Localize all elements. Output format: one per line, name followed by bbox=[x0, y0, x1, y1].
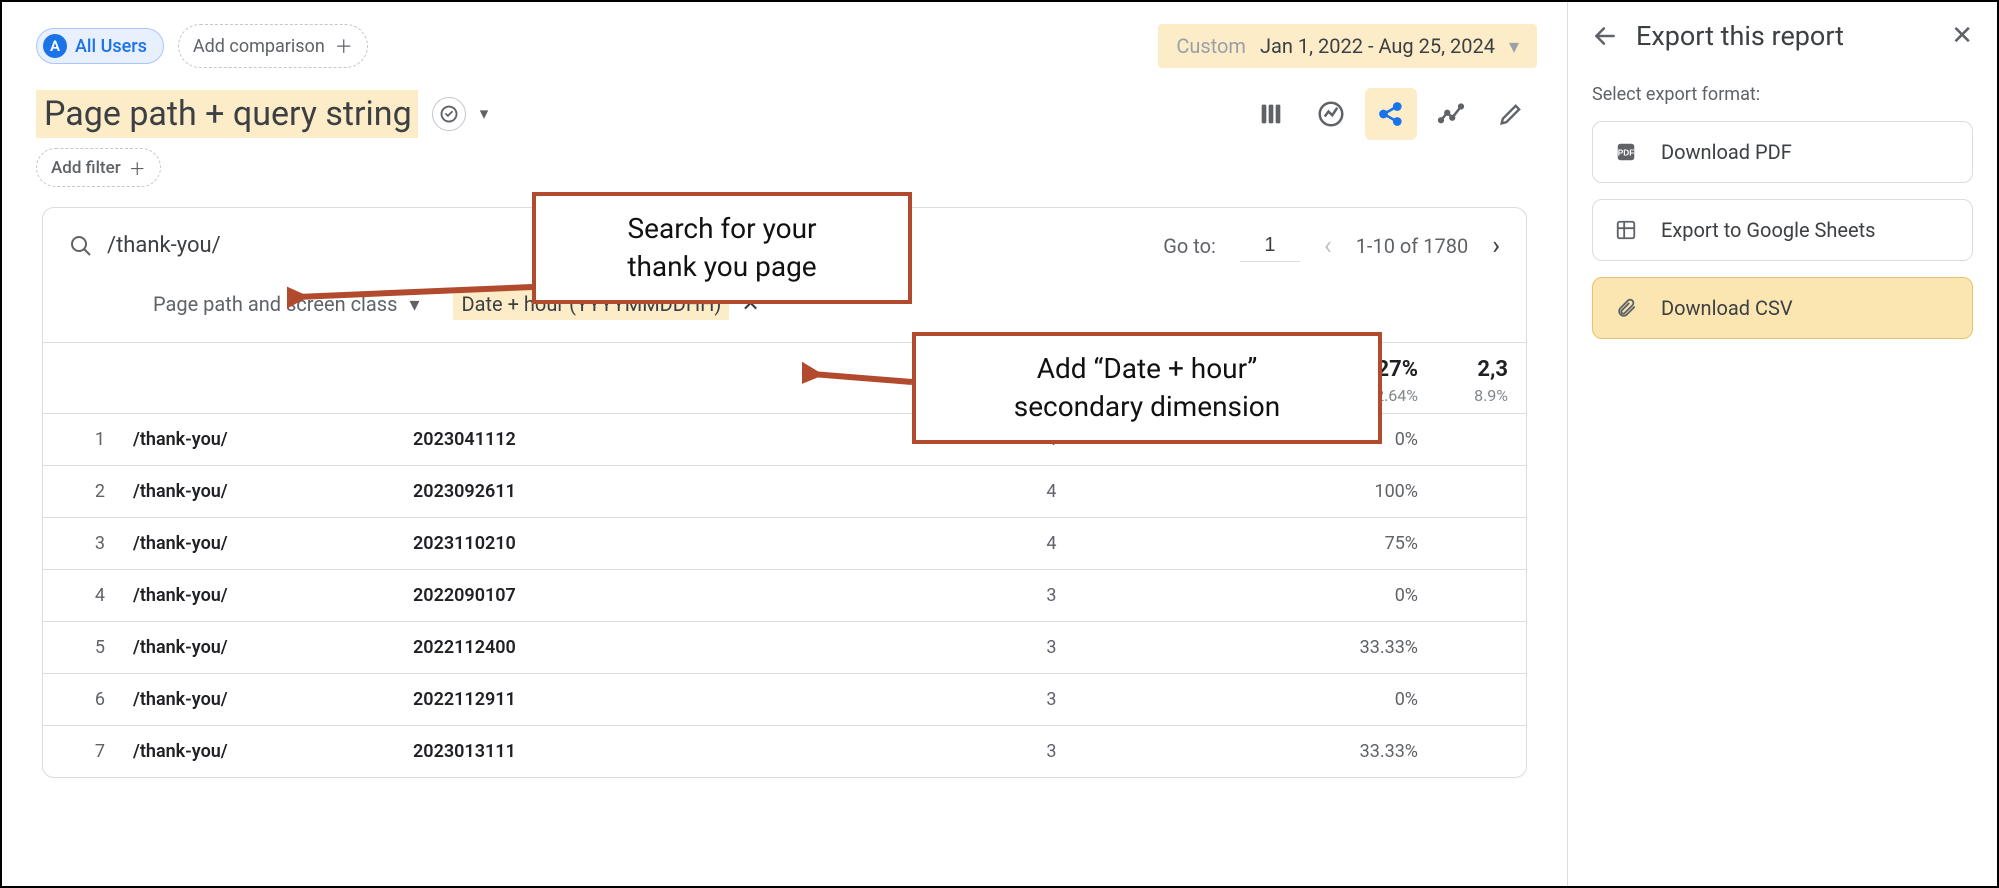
customize-columns-icon[interactable] bbox=[1245, 88, 1297, 140]
page-range: 1-10 of 1780 bbox=[1356, 234, 1469, 258]
row-index: 3 bbox=[43, 533, 133, 554]
primary-dimension-dropdown[interactable]: Page path and screen class ▾ bbox=[153, 292, 419, 316]
row-metric-1: 4 bbox=[713, 533, 1075, 554]
export-option-csv[interactable]: Download CSV bbox=[1592, 277, 1973, 339]
add-filter-label: Add filter bbox=[51, 158, 121, 178]
add-filter-button[interactable]: Add filter ＋ bbox=[36, 148, 161, 187]
row-metric-1: 3 bbox=[713, 689, 1075, 710]
table-body: 1/thank-you/2023041112 4 0% 2/thank-you/202… bbox=[43, 413, 1526, 777]
table-row[interactable]: 5/thank-you/2022112400333.33% bbox=[43, 621, 1526, 673]
row-metric-2: 75% bbox=[1075, 533, 1437, 554]
search-value: /thank-you/ bbox=[107, 233, 221, 258]
table-row[interactable]: 2/thank-you/20230926114100% bbox=[43, 465, 1526, 517]
goto-label: Go to: bbox=[1163, 234, 1216, 258]
row-path: /thank-you/ bbox=[133, 689, 413, 710]
annotation-search: Search for your thank you page bbox=[532, 192, 912, 304]
total-cell: 2,3 8.9% bbox=[1436, 353, 1526, 405]
row-index: 7 bbox=[43, 741, 133, 762]
trend-icon[interactable] bbox=[1425, 88, 1477, 140]
attachment-icon bbox=[1615, 297, 1641, 319]
annotation-text: Add “Date + hour” secondary dimension bbox=[1014, 352, 1281, 423]
row-metric-1: 3 bbox=[713, 741, 1075, 762]
pdf-icon: PDF bbox=[1615, 141, 1641, 163]
report-toolbar bbox=[1245, 88, 1537, 140]
title-row: Page path + query string ▾ bbox=[2, 76, 1567, 140]
row-path: /thank-you/ bbox=[133, 429, 413, 450]
date-range-value: Jan 1, 2022 - Aug 25, 2024 bbox=[1260, 34, 1495, 58]
export-option-label: Download PDF bbox=[1661, 140, 1792, 164]
row-metric-2: 33.33% bbox=[1075, 741, 1437, 762]
plus-icon: ＋ bbox=[129, 155, 146, 180]
date-range-type: Custom bbox=[1176, 34, 1246, 58]
table-row[interactable]: 3/thank-you/2023110210475% bbox=[43, 517, 1526, 569]
chevron-down-icon[interactable]: ▾ bbox=[480, 104, 489, 124]
row-metric-2: 0% bbox=[1075, 585, 1437, 606]
row-metric-2: 100% bbox=[1075, 481, 1437, 502]
annotation-dimension: Add “Date + hour” secondary dimension bbox=[912, 332, 1382, 444]
date-range-picker[interactable]: Custom Jan 1, 2022 - Aug 25, 2024 ▾ bbox=[1158, 24, 1537, 68]
row-date: 2022112911 bbox=[413, 689, 713, 710]
page-next-icon[interactable]: › bbox=[1492, 231, 1500, 261]
row-date: 2023092611 bbox=[413, 481, 713, 502]
row-date: 2023041112 bbox=[413, 429, 713, 450]
insights-icon[interactable] bbox=[1305, 88, 1357, 140]
row-metric-1: 4 bbox=[713, 481, 1075, 502]
export-option-sheets[interactable]: Export to Google Sheets bbox=[1592, 199, 1973, 261]
row-metric-2: 0% bbox=[1075, 689, 1437, 710]
chevron-down-icon: ▾ bbox=[1509, 34, 1519, 58]
edit-icon[interactable] bbox=[1485, 88, 1537, 140]
row-path: /thank-you/ bbox=[133, 741, 413, 762]
sheets-icon bbox=[1615, 219, 1641, 241]
export-option-label: Export to Google Sheets bbox=[1661, 218, 1875, 242]
goto-input[interactable] bbox=[1240, 230, 1300, 262]
audience-avatar: A bbox=[43, 34, 67, 58]
table-row[interactable]: 6/thank-you/202211291130% bbox=[43, 673, 1526, 725]
total-value: 2,3 bbox=[1454, 357, 1508, 382]
row-date: 2023110210 bbox=[413, 533, 713, 554]
export-panel-subtitle: Select export format: bbox=[1592, 84, 1973, 105]
row-index: 5 bbox=[43, 637, 133, 658]
export-panel: Export this report ✕ Select export forma… bbox=[1567, 2, 1997, 886]
row-index: 2 bbox=[43, 481, 133, 502]
export-option-pdf[interactable]: PDF Download PDF bbox=[1592, 121, 1973, 183]
annotation-text: Search for your thank you page bbox=[627, 212, 816, 283]
row-date: 2022090107 bbox=[413, 585, 713, 606]
row-path: /thank-you/ bbox=[133, 585, 413, 606]
page-prev-icon[interactable]: ‹ bbox=[1324, 231, 1332, 261]
row-metric-1: 3 bbox=[713, 585, 1075, 606]
add-comparison-button[interactable]: Add comparison ＋ bbox=[178, 24, 368, 68]
row-metric-1: 3 bbox=[713, 637, 1075, 658]
close-icon[interactable]: ✕ bbox=[1951, 21, 1973, 51]
share-icon[interactable] bbox=[1365, 88, 1417, 140]
table-row[interactable]: 7/thank-you/2023013111333.33% bbox=[43, 725, 1526, 777]
verified-icon[interactable] bbox=[432, 97, 466, 131]
analytics-report-screen: A All Users Add comparison ＋ Custom Jan … bbox=[0, 0, 1999, 888]
total-subtext: 8.9% bbox=[1454, 386, 1508, 405]
add-comparison-label: Add comparison bbox=[193, 36, 325, 57]
svg-text:PDF: PDF bbox=[1618, 149, 1635, 158]
row-date: 2023013111 bbox=[413, 741, 713, 762]
row-path: /thank-you/ bbox=[133, 481, 413, 502]
audience-chip[interactable]: A All Users bbox=[36, 28, 164, 64]
search-icon bbox=[69, 234, 93, 258]
report-title: Page path + query string bbox=[36, 90, 418, 138]
export-panel-header: Export this report ✕ bbox=[1592, 20, 1973, 52]
row-index: 4 bbox=[43, 585, 133, 606]
chevron-down-icon: ▾ bbox=[409, 292, 419, 316]
primary-dimension-label: Page path and screen class bbox=[153, 292, 397, 316]
row-path: /thank-you/ bbox=[133, 533, 413, 554]
row-index: 1 bbox=[43, 429, 133, 450]
export-panel-title: Export this report bbox=[1636, 20, 1933, 52]
row-date: 2022112400 bbox=[413, 637, 713, 658]
pagination: Go to: ‹ 1-10 of 1780 › bbox=[1163, 230, 1500, 262]
row-path: /thank-you/ bbox=[133, 637, 413, 658]
plus-icon: ＋ bbox=[335, 33, 353, 59]
table-row[interactable]: 4/thank-you/202209010730% bbox=[43, 569, 1526, 621]
row-index: 6 bbox=[43, 689, 133, 710]
back-icon[interactable] bbox=[1592, 23, 1618, 49]
top-row: A All Users Add comparison ＋ Custom Jan … bbox=[2, 2, 1567, 76]
export-option-label: Download CSV bbox=[1661, 296, 1793, 320]
audience-label: All Users bbox=[75, 36, 147, 57]
row-metric-2: 33.33% bbox=[1075, 637, 1437, 658]
